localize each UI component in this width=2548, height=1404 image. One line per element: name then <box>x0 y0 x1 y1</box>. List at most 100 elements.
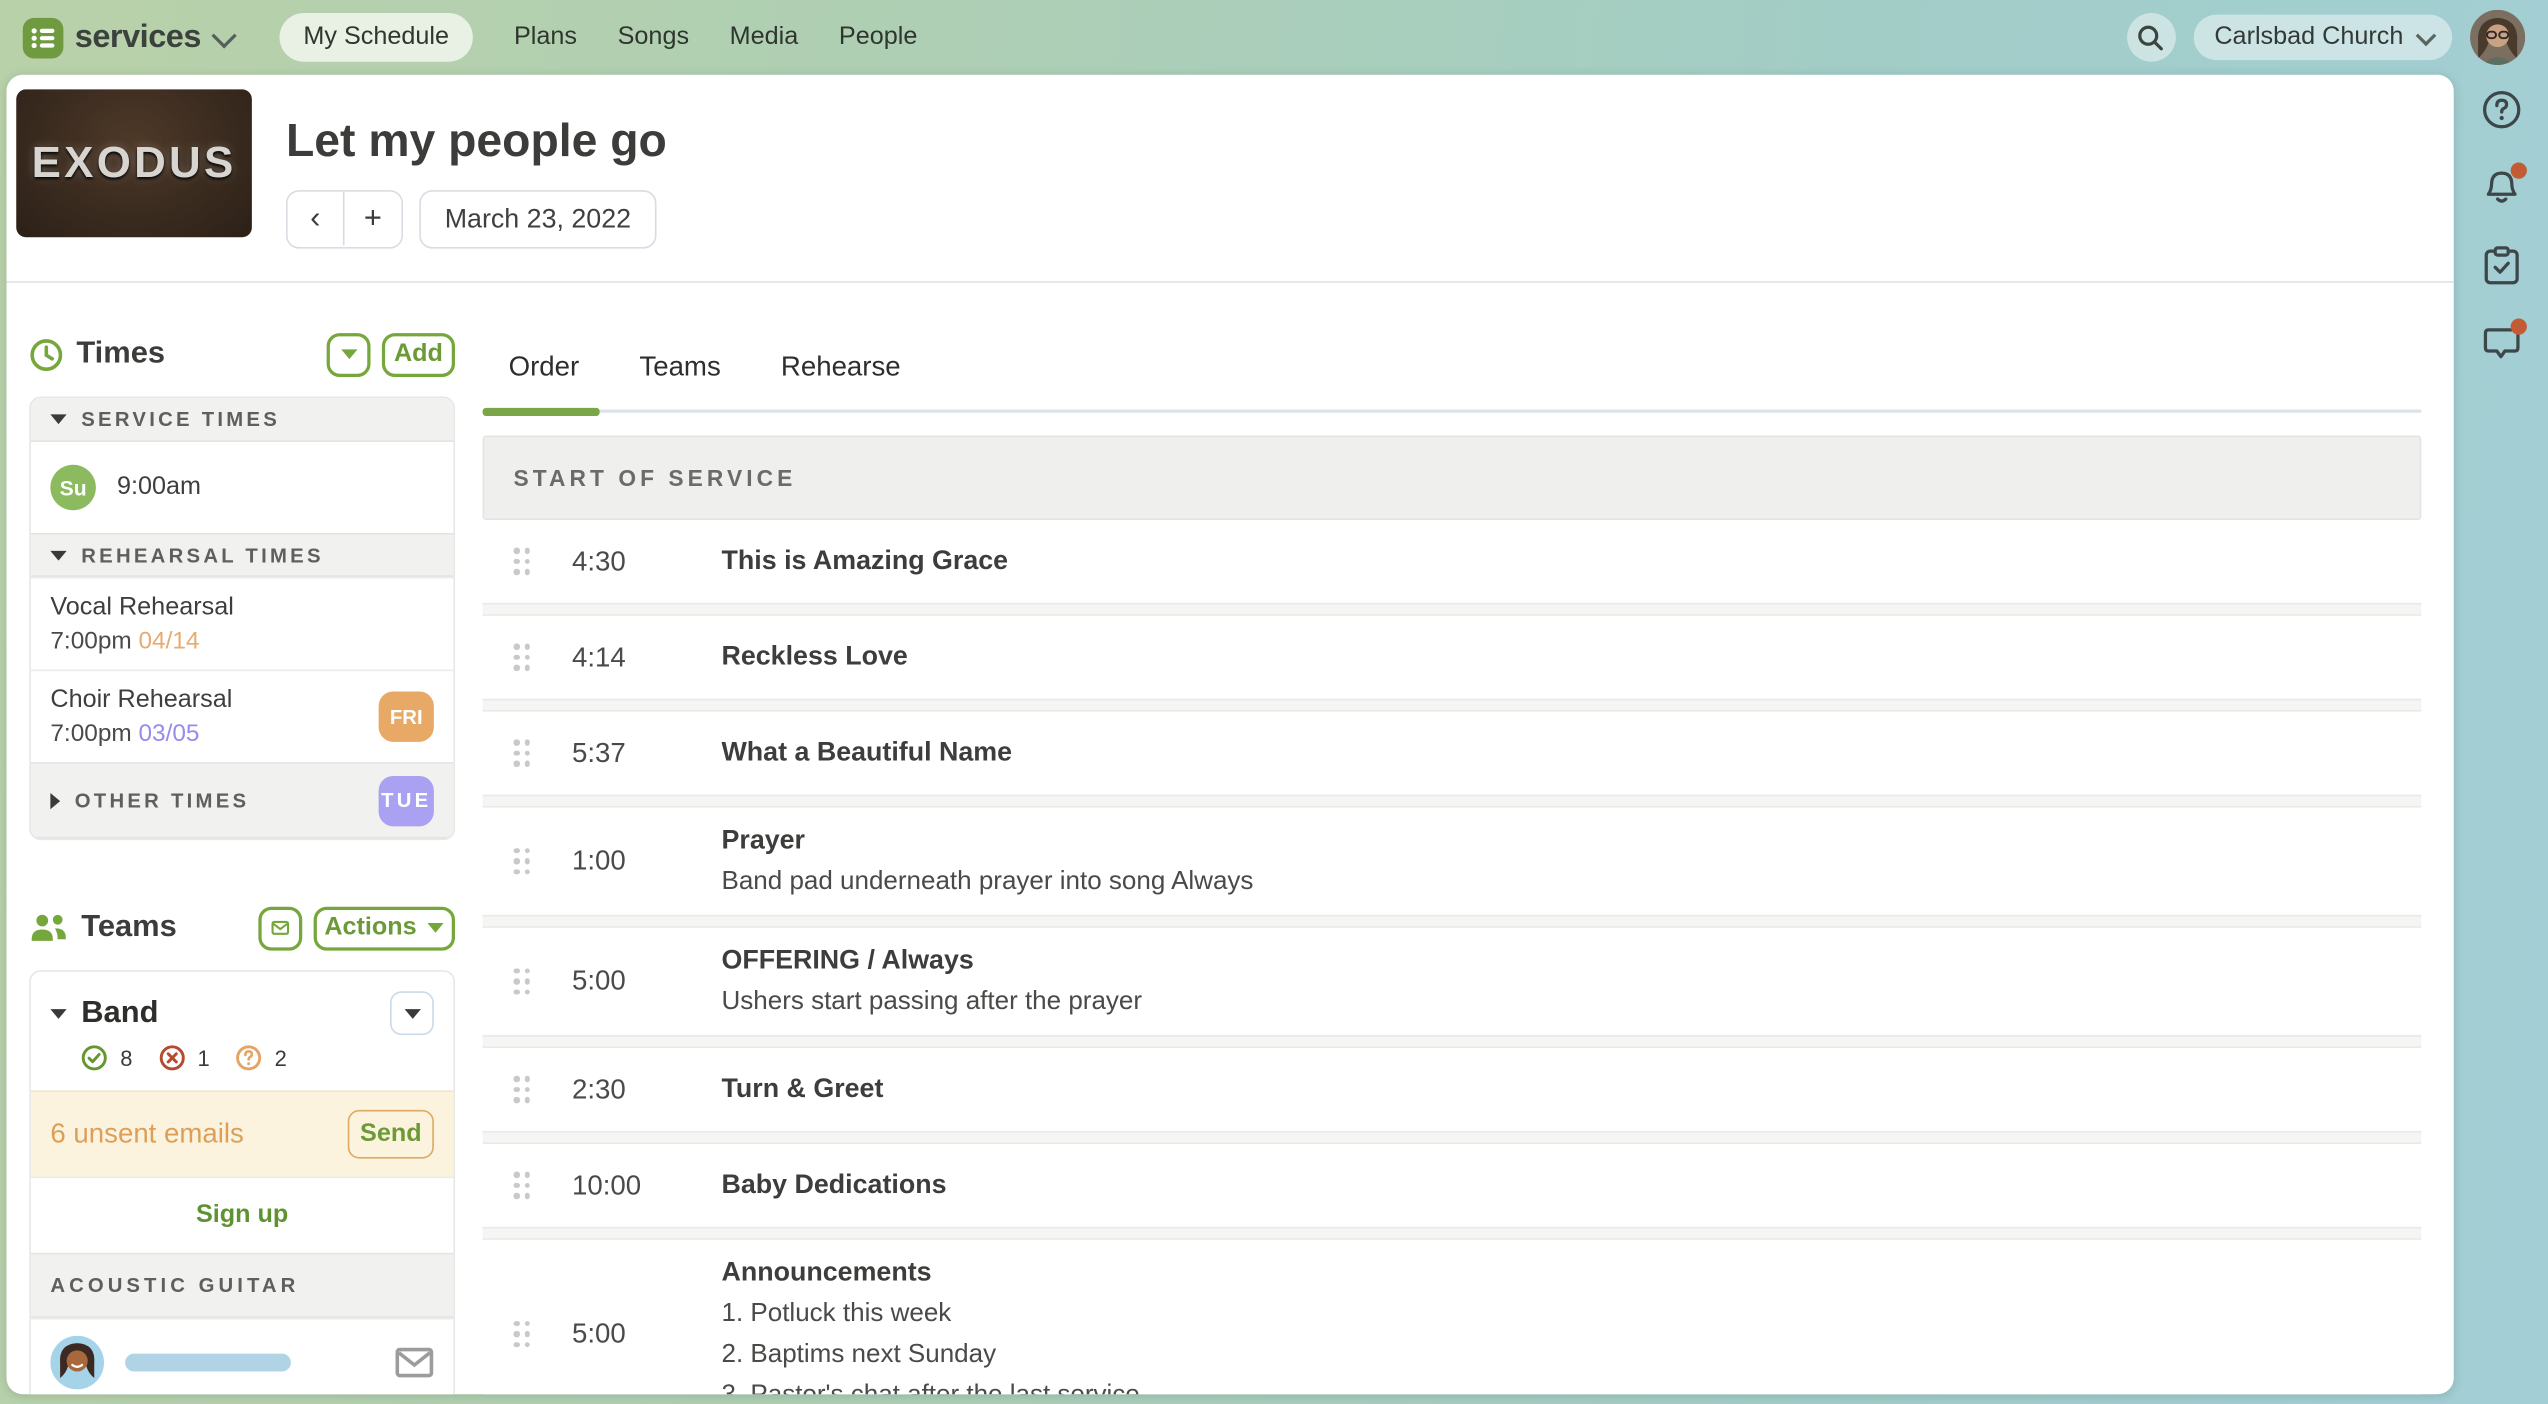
help-button[interactable] <box>2480 88 2522 130</box>
order-item-row[interactable]: 2:30 Turn & Greet <box>483 1048 2422 1131</box>
rehearsal-time: 7:00pm <box>50 720 131 748</box>
row-divider <box>483 1227 2422 1240</box>
position-header: ACOUSTIC GUITAR <box>31 1253 454 1318</box>
teams-header: Teams Actions <box>29 905 455 951</box>
nav-my-schedule[interactable]: My Schedule <box>279 13 473 62</box>
confirmed-count: 8 <box>120 1046 132 1070</box>
tab-teams[interactable]: Teams <box>639 351 720 384</box>
nav-people[interactable]: People <box>839 23 917 52</box>
drag-handle-icon[interactable] <box>514 548 530 575</box>
plan-page: EXODUS Let my people go ‹ + March 23, 20… <box>7 75 2454 1395</box>
service-time-row[interactable]: Su 9:00am <box>31 442 454 533</box>
tab-order[interactable]: Order <box>509 351 580 384</box>
series-artwork-text: EXODUS <box>32 138 237 188</box>
rehearsal-row[interactable]: Vocal Rehearsal 7:00pm 04/14 <box>31 577 454 670</box>
band-status-counts: 8 1 2 <box>31 1042 454 1091</box>
drag-handle-icon[interactable] <box>514 848 530 875</box>
times-heading: Times <box>76 336 165 372</box>
other-times-label: OTHER TIMES <box>75 789 250 812</box>
sign-up-link[interactable]: Sign up <box>196 1201 288 1230</box>
email-team-button[interactable] <box>258 906 302 950</box>
order-item-row[interactable]: 5:00 OFFERING / Always Ushers start pass… <box>483 928 2422 1035</box>
order-item-row[interactable]: 4:30 This is Amazing Grace <box>483 520 2422 603</box>
times-add-button[interactable]: Add <box>382 332 455 376</box>
nav-media[interactable]: Media <box>730 23 799 52</box>
band-panel: Band 8 1 <box>29 970 455 1394</box>
series-artwork[interactable]: EXODUS <box>16 89 252 237</box>
search-button[interactable] <box>2127 13 2176 62</box>
band-header[interactable]: Band <box>31 972 454 1042</box>
order-item-row[interactable]: 10:00 Baby Dedications <box>483 1144 2422 1227</box>
item-note-line: 3. Pastor's chat after the last service <box>722 1381 1140 1394</box>
teams-actions-button[interactable]: Actions <box>314 906 455 950</box>
order-item-row[interactable]: 1:00 Prayer Band pad underneath prayer i… <box>483 808 2422 915</box>
plan-date-button[interactable]: March 23, 2022 <box>419 190 656 249</box>
drag-handle-icon[interactable] <box>514 1321 530 1348</box>
rehearsal-row[interactable]: Choir Rehearsal 7:00pm 03/05 FRI <box>31 670 454 763</box>
add-plan-button[interactable]: + <box>345 192 402 246</box>
confirmed-icon <box>81 1045 107 1071</box>
item-description: Band pad underneath prayer into song Alw… <box>722 868 1254 897</box>
tasks-button[interactable] <box>2480 244 2522 286</box>
tab-rehearse[interactable]: Rehearse <box>781 351 901 384</box>
drag-handle-icon[interactable] <box>514 968 530 995</box>
nav-plans[interactable]: Plans <box>514 23 577 52</box>
topbar-right: Carlsbad Church <box>2127 10 2526 65</box>
drag-handle-icon[interactable] <box>514 740 530 767</box>
right-rail <box>2454 75 2548 1404</box>
plan-header-main: Let my people go ‹ + March 23, 2022 <box>286 89 667 281</box>
position-label: ACOUSTIC GUITAR <box>50 1274 299 1297</box>
rehearsal-date: 03/05 <box>138 720 199 748</box>
rehearsal-times-label: REHEARSAL TIMES <box>81 544 324 567</box>
declined-icon <box>158 1045 184 1071</box>
plan-header: EXODUS Let my people go ‹ + March 23, 20… <box>7 75 2454 283</box>
previous-plan-button[interactable]: ‹ <box>288 192 345 246</box>
item-description: Ushers start passing after the prayer <box>722 988 1143 1017</box>
topbar: services My Schedule Plans Songs Media P… <box>0 0 2548 75</box>
drag-handle-icon[interactable] <box>514 644 530 671</box>
order-item-row[interactable]: 5:37 What a Beautiful Name <box>483 712 2422 795</box>
times-options-button[interactable] <box>327 332 371 376</box>
messages-button[interactable] <box>2480 322 2522 364</box>
organization-name: Carlsbad Church <box>2214 23 2403 52</box>
item-length: 4:14 <box>572 641 676 674</box>
rehearsal-times-section[interactable]: REHEARSAL TIMES <box>31 533 454 577</box>
rehearsal-name: Choir Rehearsal <box>50 686 434 715</box>
organization-switcher[interactable]: Carlsbad Church <box>2193 15 2452 61</box>
service-times-section[interactable]: SERVICE TIMES <box>31 398 454 442</box>
notification-badge <box>2511 163 2527 179</box>
other-times-section[interactable]: OTHER TIMES TUE <box>31 762 454 838</box>
unsent-emails-banner: 6 unsent emails Send <box>31 1090 454 1176</box>
service-section-header[interactable]: START OF SERVICE <box>483 436 2422 521</box>
notifications-button[interactable] <box>2480 166 2522 208</box>
item-title: This is Amazing Grace <box>722 546 1009 575</box>
collapse-caret-icon <box>50 550 66 560</box>
order-item-row[interactable]: 4:14 Reckless Love <box>483 616 2422 699</box>
drag-handle-icon[interactable] <box>514 1076 530 1103</box>
notification-badge <box>2511 319 2527 335</box>
nav-songs[interactable]: Songs <box>618 23 689 52</box>
row-divider <box>483 1035 2422 1048</box>
rehearsal-date: 04/14 <box>138 627 199 655</box>
services-logo-icon <box>23 17 64 58</box>
item-title: OFFERING / Always <box>722 946 974 975</box>
item-length: 1:00 <box>572 845 676 878</box>
unsent-emails-text: 6 unsent emails <box>50 1118 244 1151</box>
help-icon <box>2481 89 2522 130</box>
times-panel: SERVICE TIMES Su 9:00am REHEARSAL TIMES … <box>29 397 455 841</box>
day-badge-tue: TUE <box>379 775 434 825</box>
mail-icon[interactable] <box>395 1346 434 1377</box>
team-name: Band <box>81 995 158 1031</box>
service-time: 9:00am <box>117 473 201 502</box>
signup-row: Sign up <box>31 1177 454 1253</box>
product-name: services <box>75 19 201 56</box>
item-length: 4:30 <box>572 545 676 578</box>
declined-count: 1 <box>197 1046 209 1070</box>
order-item-row[interactable]: 5:00 Announcements 1. Potluck this week … <box>483 1240 2422 1394</box>
drag-handle-icon[interactable] <box>514 1172 530 1199</box>
band-options-button[interactable] <box>390 991 434 1035</box>
team-member-row[interactable] <box>31 1318 454 1394</box>
send-emails-button[interactable]: Send <box>348 1110 434 1159</box>
services-logo[interactable]: services <box>23 17 230 58</box>
user-avatar[interactable] <box>2470 10 2525 65</box>
